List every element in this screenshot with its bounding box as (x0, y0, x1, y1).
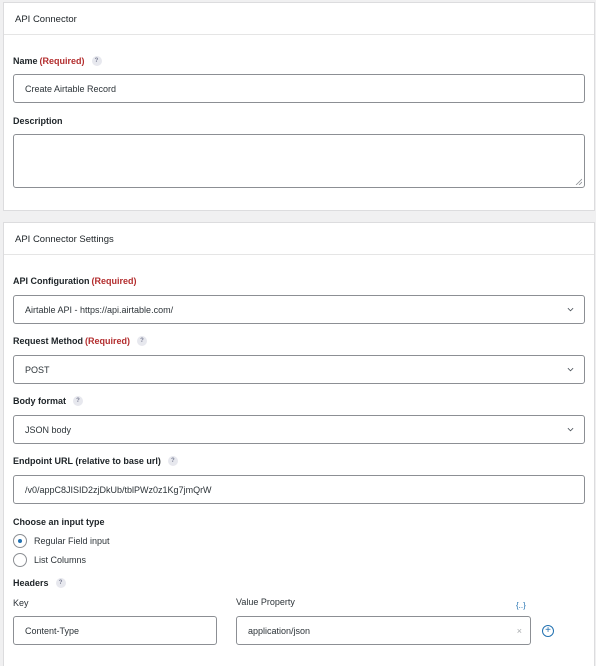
help-icon[interactable]: ? (91, 56, 102, 66)
request-method-value: POST (25, 364, 50, 375)
radio-list-columns[interactable]: List Columns (13, 553, 86, 567)
radio-label: Regular Field input (34, 536, 110, 546)
help-icon[interactable]: ? (73, 396, 84, 406)
endpoint-url-label: Endpoint URL (relative to base url) ? (13, 456, 178, 466)
request-method-label: Request Method (Required) ? (13, 336, 148, 346)
resize-grip-icon[interactable] (575, 178, 582, 185)
request-method-label-text: Request Method (13, 336, 84, 346)
merge-tag-icon[interactable]: {..} (516, 601, 526, 610)
description-textarea[interactable] (13, 134, 585, 188)
input-type-label: Choose an input type (13, 517, 105, 527)
panel-title: API Connector Settings (4, 223, 594, 255)
panel-title: API Connector (4, 3, 594, 35)
chevron-down-icon (567, 427, 574, 432)
endpoint-url-label-text: Endpoint URL (relative to base url) (13, 456, 161, 466)
api-connector-settings-panel: API Connector Settings (3, 222, 595, 666)
header-value-text: application/json (248, 625, 311, 636)
value-property-column-label: Value Property (236, 597, 295, 607)
request-method-select[interactable]: POST (13, 355, 585, 384)
header-key-input[interactable]: Content-Type (13, 616, 217, 645)
clear-icon[interactable]: × (517, 626, 522, 636)
help-icon[interactable]: ? (167, 456, 178, 466)
api-configuration-label-text: API Configuration (13, 276, 90, 286)
required-marker: (Required) (91, 276, 137, 286)
help-icon[interactable]: ? (137, 336, 148, 346)
api-configuration-value: Airtable API - https://api.airtable.com/ (25, 304, 174, 315)
body-format-value: JSON body (25, 424, 72, 435)
body-format-select[interactable]: JSON body (13, 415, 585, 444)
required-marker: (Required) (85, 336, 131, 346)
endpoint-url-input[interactable]: /v0/appC8JISID2zjDkUb/tblPWz0z1Kg7jmQrW (13, 475, 585, 504)
description-label: Description (13, 116, 63, 126)
api-configuration-select[interactable]: Airtable API - https://api.airtable.com/ (13, 295, 585, 324)
header-value-input[interactable]: application/json × (236, 616, 531, 645)
headers-label: Headers ? (13, 578, 66, 588)
headers-label-text: Headers (13, 578, 49, 588)
api-configuration-label: API Configuration (Required) (13, 276, 137, 286)
body-format-label: Body format ? (13, 396, 84, 406)
radio-regular-field-input[interactable]: Regular Field input (13, 534, 110, 548)
radio-button[interactable] (13, 553, 27, 567)
name-input[interactable]: Create Airtable Record (13, 74, 585, 103)
required-marker: (Required) (39, 56, 85, 66)
key-column-label: Key (13, 598, 29, 608)
chevron-down-icon (567, 367, 574, 372)
body-format-label-text: Body format (13, 396, 67, 406)
add-header-icon[interactable]: + (542, 625, 554, 637)
radio-label: List Columns (34, 555, 87, 565)
radio-button[interactable] (13, 534, 27, 548)
chevron-down-icon (567, 307, 574, 312)
name-label: Name (Required) ? (13, 56, 102, 66)
name-label-text: Name (13, 56, 38, 66)
help-icon[interactable]: ? (55, 578, 66, 588)
